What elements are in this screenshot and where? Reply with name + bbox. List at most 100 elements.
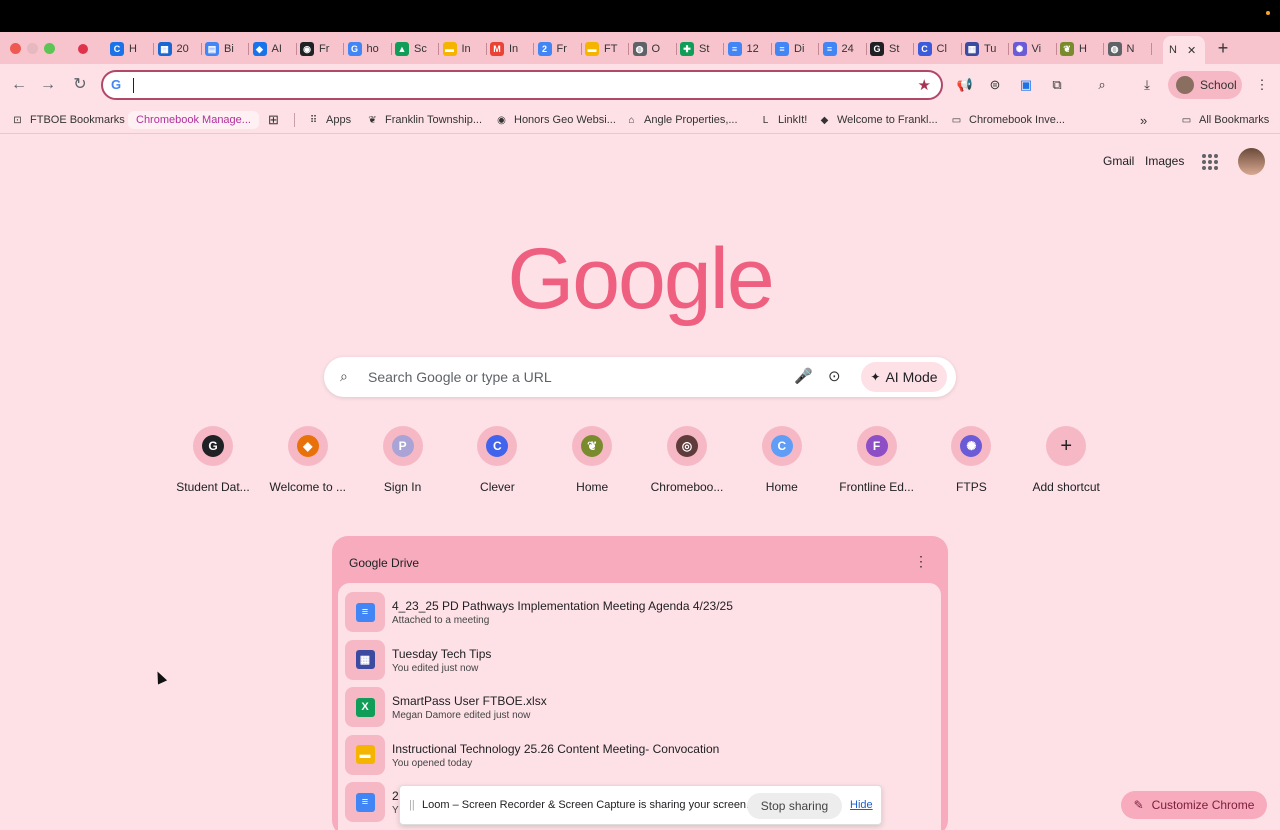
drive-file-item[interactable]: ≡ 4_23_25 PD Pathways Implementation Meet… (345, 592, 925, 634)
microphone-icon[interactable]: 🎤 (794, 367, 813, 385)
puzzle-icon[interactable]: ⧉ (1047, 75, 1067, 95)
tab[interactable]: ◍ O (632, 36, 677, 62)
shortcut-tile[interactable]: F Frontline Ed... (832, 426, 922, 494)
download-icon[interactable]: ⤓ (1137, 75, 1157, 95)
shortcut-circle: G (193, 426, 233, 466)
bookmark-item[interactable]: ⠿ Apps (307, 111, 351, 129)
bookmark-icon: ⊡ (13, 114, 22, 126)
shortcut-tile[interactable]: G Student Dat... (168, 426, 258, 494)
tab[interactable]: ◉ Fr (300, 36, 344, 62)
bookmarks-overflow-icon[interactable]: » (1140, 111, 1147, 129)
drive-file-item[interactable]: X SmartPass User FTBOE.xlsx Megan Damore e… (345, 687, 925, 729)
bookmark-item[interactable]: ◉ Honors Geo Websi... (495, 111, 616, 129)
account-avatar[interactable] (1238, 148, 1265, 175)
add-shortcut-button[interactable]: + Add shortcut (1021, 426, 1111, 494)
tab[interactable]: ▦ Tu (965, 36, 1009, 62)
profile-avatar (1176, 76, 1194, 94)
file-name: SmartPass User FTBOE.xlsx (392, 694, 547, 708)
tab[interactable]: ◍ N (1107, 36, 1152, 62)
tab[interactable]: ▬ In (442, 36, 487, 62)
customize-chrome-button[interactable]: ✎ Customize Chrome (1121, 791, 1267, 819)
bookmark-item[interactable]: ❦ Franklin Township... (366, 111, 482, 129)
tab[interactable]: ▤ Bi (205, 36, 249, 62)
tab-strip: C H ▦ 20 ▤ Bi ◆ AI ◉ Fr Gho ▲ Sc ▬ In M In 2 Fr ▬ FT ◍ O ✚ St ≡ 12… (0, 32, 1280, 64)
tab[interactable]: G St (870, 36, 914, 62)
tab[interactable]: Gho (347, 36, 392, 62)
tab[interactable]: ✚ St (680, 36, 724, 62)
shortcut-tile[interactable]: P Sign In (358, 426, 448, 494)
drive-file-item[interactable]: ▦ Tuesday Tech Tips You edited just now (345, 639, 925, 682)
menu-icon[interactable]: ⋮ (1252, 75, 1272, 95)
shortcut-tile[interactable]: C Home (737, 426, 827, 494)
file-name: Tuesday Tech Tips (392, 646, 492, 661)
tab[interactable]: C Cl (917, 36, 962, 62)
all-bookmarks[interactable]: ▭ All Bookmarks (1180, 111, 1270, 129)
bookmark-item[interactable]: ◆ Welcome to Frankl... (818, 111, 938, 129)
bookmark-item[interactable]: ⌂ Angle Properties,... (625, 111, 737, 129)
tab[interactable]: ≡ Di (775, 36, 819, 62)
shortcut-tile[interactable]: ❦ Home (547, 426, 637, 494)
extension-box-icon[interactable]: ▣ (1016, 75, 1036, 95)
shortcut-tile[interactable]: ◎ Chromeboo... (642, 426, 732, 494)
new-tab-page: Gmail Images Google ⌕ Search Google or t… (0, 134, 1280, 830)
maximize-window-button[interactable] (44, 43, 55, 54)
tab-separator (153, 43, 154, 55)
browser-toolbar: ← → ↻ G ★ 📢 ⊜ ▣ ⧉ ⌕ ⤓ School ⋮ (0, 64, 1280, 106)
back-button[interactable]: ← (8, 74, 30, 96)
ai-mode-button[interactable]: ✦ AI Mode (861, 362, 947, 392)
shortcut-favicon-icon: ◎ (676, 435, 698, 457)
gmail-link[interactable]: Gmail (1103, 154, 1134, 168)
images-link[interactable]: Images (1145, 154, 1184, 168)
drag-handle-icon[interactable]: || (409, 799, 415, 811)
forward-button[interactable]: → (37, 74, 59, 96)
bookmarks-bar: ⊡ FTBOE Bookmarks ⠿ Apps ❦ Franklin Township.… (0, 106, 1280, 134)
close-window-button[interactable] (10, 43, 21, 54)
megaphone-icon[interactable]: 📢 (955, 75, 975, 95)
bookmark-item[interactable]: ▭ Chromebook Inve... (950, 111, 1065, 129)
lens-icon[interactable]: ⊙ (828, 367, 841, 385)
shortcut-tile[interactable]: C Clever (452, 426, 542, 494)
google-apps-icon[interactable] (1202, 154, 1218, 170)
tab-search-icon[interactable]: ⌕ (1092, 75, 1112, 95)
tab-label: St (699, 43, 710, 55)
tab-label: O (651, 43, 661, 55)
tab-groups-icon[interactable]: ⊞ (268, 111, 279, 129)
recording-icon[interactable] (78, 44, 88, 54)
minimize-window-button[interactable] (27, 43, 38, 54)
tab[interactable]: ▲ Sc (395, 36, 439, 62)
bookmark-item[interactable]: ⊡ FTBOE Bookmarks (11, 111, 124, 129)
drive-file-item[interactable]: ▬ Instructional Technology 25.26 Content … (345, 734, 925, 777)
tab[interactable]: ≡ 24 (822, 36, 867, 62)
address-bar[interactable]: G ★ (101, 70, 943, 100)
tab[interactable]: ◆ AI (252, 36, 297, 62)
tab[interactable]: M In (490, 36, 534, 62)
search-box[interactable]: ⌕ Search Google or type a URL 🎤 ⊙ ✦ AI M… (324, 357, 956, 397)
stop-sharing-button[interactable]: Stop sharing (747, 793, 842, 819)
hide-link[interactable]: Hide (850, 799, 873, 811)
shortcut-label: Clever (480, 480, 515, 494)
tab[interactable]: ▬ FT (585, 36, 629, 62)
tab[interactable]: 2 Fr (537, 36, 582, 62)
shortcut-favicon-icon: C (770, 435, 793, 457)
bookmark-star-icon[interactable]: ★ (918, 76, 931, 94)
new-tab-button[interactable]: + (1214, 37, 1232, 59)
tab-new-tab-active[interactable]: N ✕ (1163, 36, 1205, 64)
tab[interactable]: ❦ H (1060, 36, 1104, 62)
shortcut-tile[interactable]: ◆ Welcome to ... (263, 426, 353, 494)
search-input[interactable]: Search Google or type a URL (368, 369, 552, 385)
tab[interactable]: CH (110, 36, 154, 62)
bookmark-label: Welcome to Frankl... (837, 114, 938, 126)
tab-label: H (129, 43, 137, 55)
shortcut-tile[interactable]: ✺ FTPS (926, 426, 1016, 494)
reload-button[interactable]: ↻ (69, 74, 91, 96)
tab[interactable]: ▦ 20 (157, 36, 202, 62)
tab-label: Tu (984, 43, 997, 55)
close-tab-icon[interactable]: ✕ (1187, 44, 1196, 57)
bookmark-chromebook-manage[interactable]: Chromebook Manage... (128, 111, 259, 129)
more-options-icon[interactable]: ⋮ (914, 553, 928, 570)
profile-button[interactable]: School (1168, 71, 1242, 99)
bookmark-item[interactable]: L LinkIt! (759, 111, 808, 129)
tab[interactable]: ≡ 12 (727, 36, 772, 62)
extension-icon[interactable]: ⊜ (985, 75, 1005, 95)
tab[interactable]: ✺ Vi (1012, 36, 1057, 62)
